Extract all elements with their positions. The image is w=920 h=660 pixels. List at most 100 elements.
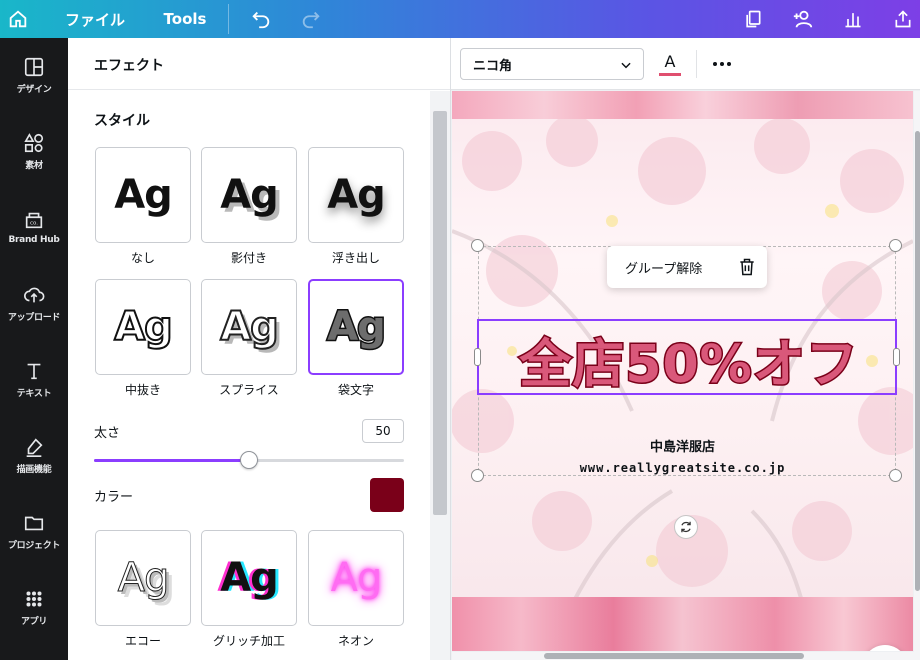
design-page[interactable]: 全店50%オフ グループ解除 中島洋服店 www.reallygreatsite…	[452, 91, 913, 651]
style-tile-splice[interactable]: Ag	[201, 279, 297, 375]
canvas-horizontal-scrollbar[interactable]	[452, 652, 914, 660]
shop-url-text[interactable]: www.reallygreatsite.co.jp	[452, 461, 913, 475]
style-tile-glitch[interactable]: Ag	[201, 530, 297, 626]
context-toolbar: ニコ角 A	[451, 38, 920, 90]
share-upload-icon	[895, 10, 911, 28]
more-dot-icon	[727, 62, 731, 66]
more-options-button[interactable]	[709, 48, 735, 80]
style-preview: Ag	[326, 304, 388, 350]
style-label: 浮き出し	[331, 251, 380, 265]
resize-handle-right[interactable]	[893, 348, 900, 366]
style-tile-shadow[interactable]: Ag	[201, 147, 297, 243]
ungroup-popup[interactable]: グループ解除	[607, 246, 767, 288]
rail-item-elements[interactable]: 素材	[0, 116, 68, 186]
copy-pages-button[interactable]	[740, 0, 766, 38]
panel-header: エフェクト	[68, 38, 450, 90]
shapes-icon	[24, 132, 44, 152]
style-preview: Ag	[220, 172, 279, 218]
undo-button[interactable]	[248, 0, 274, 38]
draw-icon	[26, 437, 43, 457]
canvas-vertical-scrollbar-thumb[interactable]	[915, 131, 920, 591]
trash-icon[interactable]	[737, 256, 757, 278]
style-preview: Ag	[117, 555, 170, 601]
style-label: グリッチ加工	[212, 634, 285, 648]
rail-item-upload[interactable]: アップロード	[0, 268, 68, 338]
share-people-button[interactable]	[788, 0, 818, 38]
add-person-icon	[793, 10, 813, 28]
bar-chart-icon	[845, 13, 861, 28]
style-tile-hollow[interactable]: Ag	[95, 279, 191, 375]
thickness-slider-fill	[94, 459, 249, 462]
file-menu[interactable]: ファイル	[64, 0, 126, 38]
style-tile-outline[interactable]: Ag	[308, 279, 404, 375]
canvas-horizontal-scrollbar-thumb[interactable]	[544, 653, 804, 659]
style-tile-echo[interactable]: Ag	[95, 530, 191, 626]
style-tile-none[interactable]: Ag	[95, 147, 191, 243]
top-bar: ファイル Tools	[0, 0, 920, 38]
undo-icon	[252, 11, 270, 29]
folder-icon	[24, 516, 44, 530]
font-name: ニコ角	[473, 58, 513, 74]
thickness-value-input[interactable]: 50	[362, 419, 404, 443]
rail-item-text[interactable]: テキスト	[0, 344, 68, 414]
apps-grid-icon	[26, 590, 42, 607]
resize-handle-top-right[interactable]	[889, 239, 902, 252]
svg-text:co.: co.	[30, 221, 38, 227]
color-swatch[interactable]	[370, 478, 404, 512]
canvas-area: ニコ角 A 全店50%オフ グループ解除 中島洋服店 www.reallygre…	[450, 38, 920, 660]
font-selector[interactable]: ニコ角	[460, 48, 644, 80]
more-dot-icon	[720, 62, 724, 66]
redo-button[interactable]	[298, 0, 324, 38]
style-preview: Ag	[330, 555, 383, 601]
rotate-button[interactable]	[674, 515, 698, 539]
style-preview: Ag	[219, 304, 280, 350]
rail-item-label: プロジェクト	[7, 540, 61, 551]
rail-item-brand-hub[interactable]: co. Brand Hub	[0, 192, 68, 262]
rail-item-label: デザイン	[16, 84, 52, 95]
text-color-button[interactable]: A	[657, 48, 683, 80]
copy-icon	[746, 10, 761, 28]
style-preview: Ag	[220, 555, 279, 601]
resize-handle-top-left[interactable]	[471, 239, 484, 252]
shop-name-text[interactable]: 中島洋服店	[452, 436, 913, 455]
headline-text[interactable]: 全店50%オフ	[479, 321, 899, 397]
upload-cloud-icon	[24, 287, 45, 302]
style-tile-neon[interactable]: Ag	[308, 530, 404, 626]
rail-item-projects[interactable]: プロジェクト	[0, 496, 68, 566]
redo-icon	[302, 11, 320, 29]
brand-hub-icon: co.	[25, 212, 43, 229]
style-tile-lift[interactable]: Ag	[308, 147, 404, 243]
style-label: 中抜き	[124, 383, 161, 397]
style-preview: Ag	[114, 172, 173, 218]
rail-item-label: テキスト	[16, 388, 52, 399]
topbar-divider	[228, 4, 229, 34]
style-label: 影付き	[230, 251, 267, 265]
headline-selection[interactable]: 全店50%オフ	[477, 319, 899, 397]
rail-item-design[interactable]: デザイン	[0, 40, 68, 110]
more-dot-icon	[713, 62, 717, 66]
blossom-strip-bottom	[452, 597, 913, 651]
rail-item-label: アップロード	[7, 312, 61, 323]
rotate-icon	[681, 521, 691, 533]
text-icon	[27, 363, 41, 379]
style-preview: Ag	[113, 304, 174, 350]
rail-item-apps[interactable]: アプリ	[0, 572, 68, 642]
toolbar-divider	[696, 50, 697, 78]
rail-item-label: Brand Hub	[8, 235, 60, 245]
canvas-vertical-scrollbar[interactable]	[914, 91, 920, 660]
style-label: なし	[130, 251, 155, 265]
rail-item-draw[interactable]: 描画機能	[0, 420, 68, 490]
text-color-bar	[659, 72, 681, 76]
chevron-down-icon	[621, 62, 631, 69]
export-button[interactable]	[890, 0, 916, 38]
thickness-slider-thumb[interactable]	[240, 451, 258, 469]
home-button[interactable]	[4, 0, 32, 38]
insights-button[interactable]	[840, 0, 866, 38]
panel-scrollbar-thumb[interactable]	[433, 111, 447, 515]
style-label: エコー	[124, 634, 161, 648]
style-preview: Ag	[327, 172, 386, 218]
tools-menu[interactable]: Tools	[162, 0, 208, 38]
resize-handle-left[interactable]	[474, 348, 481, 366]
style-label: 袋文字	[337, 383, 374, 397]
ungroup-button[interactable]: グループ解除	[625, 258, 702, 277]
